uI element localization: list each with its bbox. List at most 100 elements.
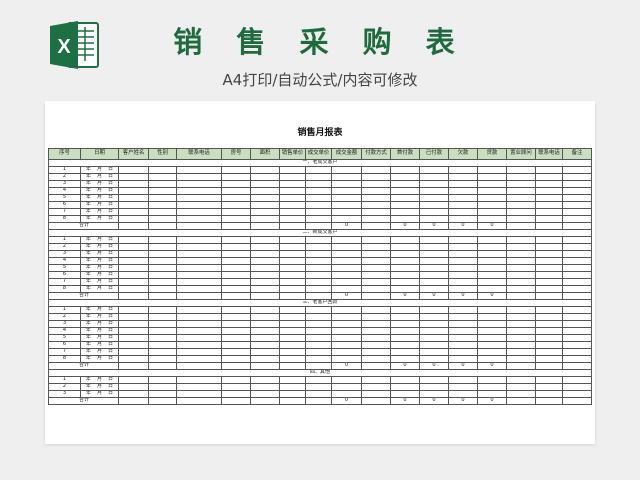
table-cell[interactable] [361,306,391,314]
table-cell[interactable] [361,383,391,391]
table-cell[interactable] [448,194,478,202]
table-cell[interactable] [118,180,149,188]
table-cell[interactable] [562,355,592,363]
table-cell[interactable] [448,278,478,286]
table-cell[interactable] [506,264,536,272]
table-cell[interactable] [250,166,280,174]
table-cell[interactable] [331,348,362,356]
table-cell[interactable] [118,383,149,391]
table-cell[interactable] [506,271,536,279]
table-cell[interactable] [562,376,592,384]
table-cell[interactable] [562,313,592,321]
table-cell[interactable] [419,264,449,272]
row-number[interactable]: 7 [48,208,81,216]
row-number[interactable]: 5 [48,264,81,272]
table-cell[interactable] [562,257,592,265]
table-cell[interactable] [250,194,280,202]
table-cell[interactable] [279,306,306,314]
table-cell[interactable] [361,341,391,349]
table-cell[interactable] [535,278,563,286]
table-cell[interactable] [390,208,420,216]
row-number[interactable]: 3 [48,180,81,188]
table-cell[interactable] [221,348,251,356]
row-number[interactable]: 4 [48,257,81,265]
table-cell[interactable] [221,320,251,328]
table-cell[interactable] [279,334,306,342]
table-cell[interactable] [331,341,362,349]
row-number[interactable]: 2 [48,173,81,181]
table-cell[interactable] [148,348,177,356]
date-cell[interactable]: 年月日 [80,166,119,174]
row-number[interactable]: 1 [48,306,81,314]
table-cell[interactable] [562,320,592,328]
table-cell[interactable] [390,355,420,363]
table-cell[interactable] [118,348,149,356]
date-cell[interactable]: 年月日 [80,257,119,265]
table-cell[interactable] [331,257,362,265]
table-cell[interactable] [148,180,177,188]
table-cell[interactable] [118,208,149,216]
table-cell[interactable] [535,243,563,251]
table-cell[interactable] [506,383,536,391]
table-cell[interactable] [506,320,536,328]
table-cell[interactable] [448,348,478,356]
table-cell[interactable] [562,278,592,286]
table-cell[interactable] [506,334,536,342]
table-cell[interactable] [250,341,280,349]
table-cell[interactable] [148,278,177,286]
table-cell[interactable] [250,285,280,293]
table-cell[interactable] [279,187,306,195]
table-cell[interactable] [390,187,420,195]
table-cell[interactable] [361,236,391,244]
table-cell[interactable] [331,355,362,363]
table-cell[interactable] [562,348,592,356]
table-cell[interactable] [148,341,177,349]
table-cell[interactable] [279,243,306,251]
table-cell[interactable] [305,243,332,251]
table-cell[interactable] [361,215,391,223]
table-cell[interactable] [448,166,478,174]
table-cell[interactable] [448,215,478,223]
table-cell[interactable] [419,194,449,202]
table-cell[interactable] [331,180,362,188]
table-cell[interactable] [390,383,420,391]
table-cell[interactable] [390,306,420,314]
table-cell[interactable] [390,348,420,356]
table-cell[interactable] [148,376,177,384]
table-cell[interactable] [562,341,592,349]
table-cell[interactable] [562,194,592,202]
table-cell[interactable] [148,250,177,258]
table-cell[interactable] [506,208,536,216]
table-cell[interactable] [535,236,563,244]
date-cell[interactable]: 年月日 [80,341,119,349]
table-cell[interactable] [279,348,306,356]
row-number[interactable]: 7 [48,278,81,286]
table-cell[interactable] [176,341,222,349]
table-cell[interactable] [562,306,592,314]
table-cell[interactable] [148,166,177,174]
table-cell[interactable] [361,348,391,356]
table-cell[interactable] [331,166,362,174]
table-cell[interactable] [419,355,449,363]
table-cell[interactable] [331,327,362,335]
date-cell[interactable]: 年月日 [80,306,119,314]
table-cell[interactable] [361,173,391,181]
table-cell[interactable] [477,264,507,272]
table-cell[interactable] [448,376,478,384]
table-cell[interactable] [419,313,449,321]
table-cell[interactable] [448,208,478,216]
table-cell[interactable] [221,383,251,391]
table-cell[interactable] [331,215,362,223]
table-cell[interactable] [390,236,420,244]
table-cell[interactable] [221,278,251,286]
table-cell[interactable] [562,243,592,251]
table-cell[interactable] [118,215,149,223]
table-cell[interactable] [279,327,306,335]
table-cell[interactable] [535,320,563,328]
date-cell[interactable]: 年月日 [80,208,119,216]
table-cell[interactable] [148,208,177,216]
table-cell[interactable] [419,390,449,398]
table-cell[interactable] [118,285,149,293]
table-cell[interactable] [221,257,251,265]
table-cell[interactable] [506,166,536,174]
